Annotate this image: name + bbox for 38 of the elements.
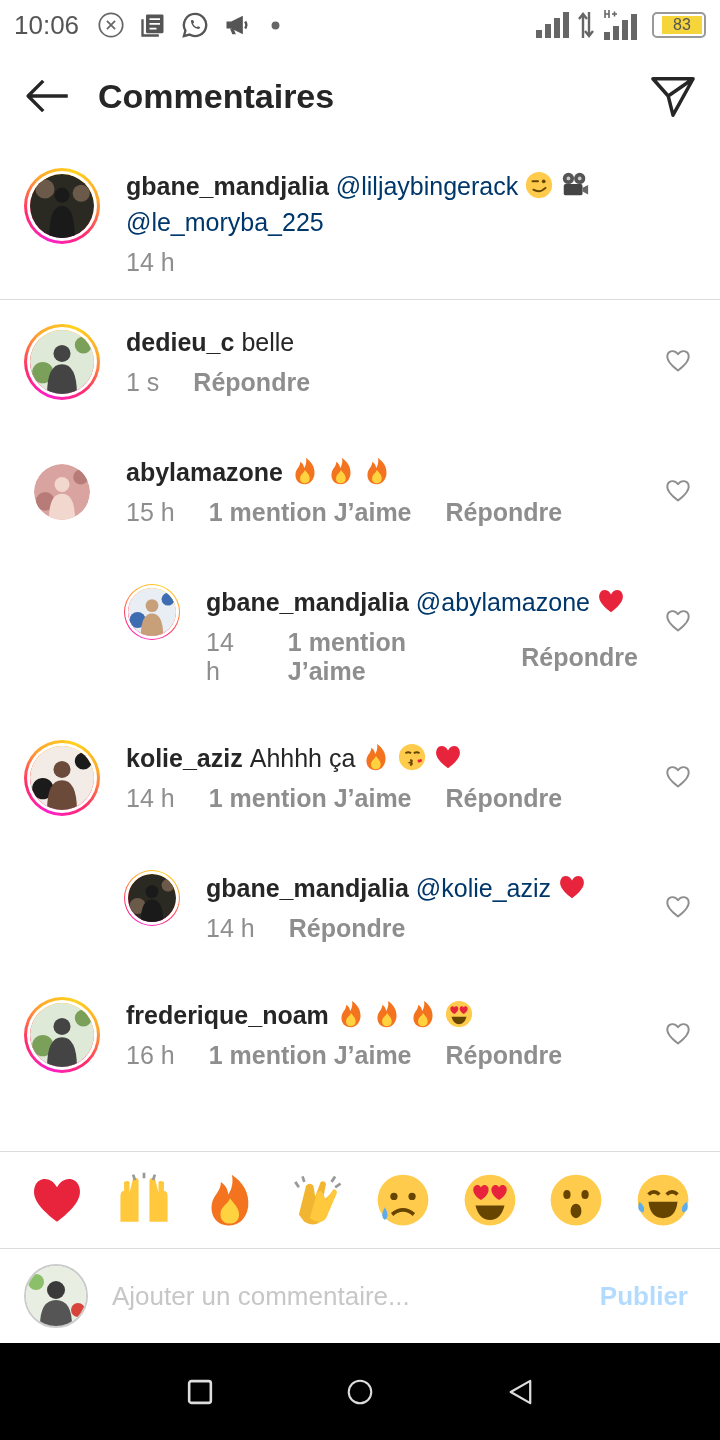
comment-text: Ahhhh ça bbox=[249, 744, 356, 772]
comment-time: 14 h bbox=[126, 784, 175, 813]
status-time: 10:06 bbox=[14, 9, 80, 41]
mention-link[interactable]: @liljaybingerack bbox=[335, 172, 519, 200]
username-link[interactable]: gbane_mandjalia bbox=[206, 874, 409, 902]
home-icon[interactable] bbox=[347, 1378, 373, 1405]
username-link[interactable]: abylamazone bbox=[126, 458, 283, 486]
back-arrow-icon[interactable] bbox=[24, 79, 70, 113]
close-circle-icon bbox=[97, 11, 126, 39]
data-transfer-icon bbox=[578, 12, 594, 38]
username-link[interactable]: gbane_mandjalia bbox=[126, 172, 329, 200]
comment-time: 15 h bbox=[126, 498, 175, 527]
username-link[interactable]: frederique_noam bbox=[126, 1001, 329, 1029]
username-link[interactable]: kolie_aziz bbox=[126, 744, 243, 772]
comment-time: 14 h bbox=[206, 914, 255, 943]
comment-text: belle bbox=[241, 328, 295, 356]
hplus-signal-icon bbox=[604, 10, 638, 40]
comment-time: 14 h bbox=[206, 628, 235, 686]
avatar[interactable] bbox=[124, 870, 180, 926]
username-link[interactable]: dedieu_c bbox=[126, 328, 235, 356]
chat-bubble-icon bbox=[181, 11, 210, 39]
winking-face-icon bbox=[524, 170, 555, 200]
page-title: Commentaires bbox=[98, 76, 336, 116]
comment-time: 14 h bbox=[126, 248, 175, 277]
mention-link[interactable]: @kolie_aziz bbox=[415, 874, 551, 902]
mention-link[interactable]: @abylamazone bbox=[415, 588, 590, 616]
comment-time: 16 h bbox=[126, 1041, 175, 1070]
battery-indicator: 83 bbox=[652, 12, 706, 38]
comment-time: 1 s bbox=[126, 368, 160, 397]
recent-apps-icon[interactable] bbox=[187, 1378, 213, 1405]
signal-icon bbox=[536, 12, 570, 38]
heart-eyes-face-icon bbox=[443, 999, 474, 1029]
username-link[interactable]: gbane_mandjalia bbox=[206, 588, 409, 616]
comment-input[interactable]: Ajouter un commentaire... bbox=[110, 1279, 578, 1313]
notification-dot-icon bbox=[271, 20, 281, 30]
mention-link[interactable]: @le_moryba_225 bbox=[126, 208, 324, 236]
kissing-face-icon bbox=[397, 742, 428, 772]
back-icon[interactable] bbox=[507, 1378, 533, 1405]
